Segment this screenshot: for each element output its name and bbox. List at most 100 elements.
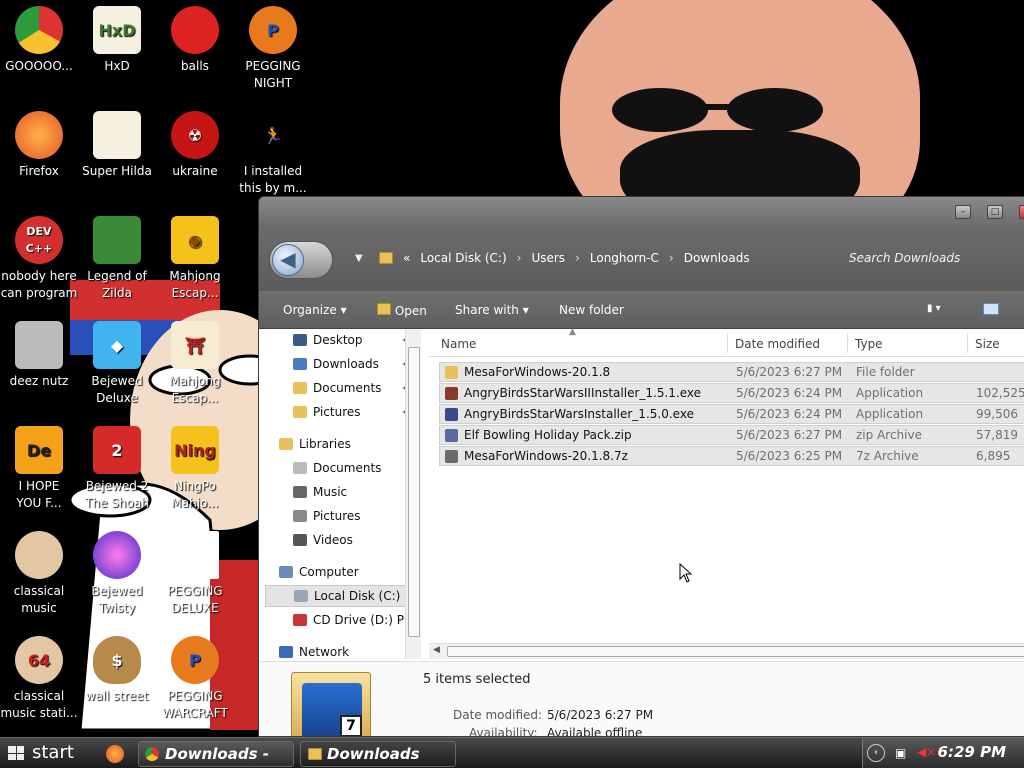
nav-item-lib-0[interactable]: Documents [265,457,415,479]
nav-item-computer[interactable]: Computer [265,561,415,583]
file-icon [445,408,458,421]
back-forward-buttons[interactable]: ◀ [269,241,333,279]
desktop-icon-label: GOOOOO... [5,59,73,73]
breadcrumb[interactable]: « Local Disk (C:) › Users › Longhorn-C ›… [379,251,750,265]
desktop-icon[interactable]: HxD HxD [78,6,156,75]
chevron-right-icon[interactable]: › [517,251,522,265]
new-folder-button[interactable]: New folder [559,303,624,317]
desktop-icon[interactable]: classical music station [0,531,78,617]
nav-item-local-disk[interactable]: Local Disk (C:) [265,585,415,607]
nav-item-cd-drive[interactable]: CD Drive (D:) P [265,609,415,631]
table-row[interactable]: AngryBirdsStarWarsIIInstaller_1.5.1.exe 5… [439,383,1024,403]
nav-item-lib-1[interactable]: Music [265,481,415,503]
search-input[interactable]: Search Downloads [849,251,960,265]
gem-orb-icon [93,531,141,579]
close-button[interactable]: × [1019,205,1024,219]
scrollbar-thumb[interactable] [408,347,420,637]
file-icon [445,429,458,442]
desktop-icon[interactable]: 🏃 I installed this by m... [234,111,312,197]
firefox-quicklaunch-icon[interactable] [106,745,124,763]
desktop-icon-label: wall street [85,689,149,703]
file-date: 5/6/2023 6:25 PM [736,449,843,463]
breadcrumb-local-disk[interactable]: Local Disk (C:) [420,251,506,265]
taskbar-item-label: Downloads [327,745,420,763]
desktop-icon[interactable]: ◉ Mahjong Escap... [156,216,234,302]
desktop-icon-label: Legend of Zilda [87,269,147,300]
desktop-icon[interactable]: $ wall street [78,636,156,705]
breadcrumb-users[interactable]: Users [531,251,565,265]
nav-item-libraries[interactable]: Libraries [265,433,415,455]
desktop-icon[interactable]: 2 Bejewed 2 The Shoah [78,426,156,512]
column-divider[interactable] [847,333,848,353]
desktop-icon[interactable]: GOOOOO... [0,6,78,75]
breadcrumb-downloads[interactable]: Downloads [684,251,750,265]
organize-button[interactable]: Organize ▾ [283,303,347,317]
preview-pane-icon[interactable] [983,303,999,315]
desktop-icon[interactable]: Bejewed Twisty [78,531,156,617]
folder-icon [445,366,458,379]
table-row[interactable]: Elf Bowling Holiday Pack.zip 5/6/2023 6:2… [439,425,1024,445]
desktop-icon[interactable]: ⛩ Mahjong Escap... [156,321,234,407]
open-label: Open [394,304,427,318]
show-hidden-icons-icon[interactable]: ‹ [867,744,885,762]
table-row[interactable]: MesaForWindows-20.1.8.7z 5/6/2023 6:25 PM… [439,446,1024,466]
file-name: MesaForWindows-20.1.8 [464,365,611,379]
chevron-right-icon[interactable]: › [669,251,674,265]
nav-item-label: Documents [313,381,382,395]
desktop-icon[interactable]: Ning NingPo Mahjo... [156,426,234,512]
maximize-button[interactable]: □ [987,205,1003,219]
breadcrumb-prefix[interactable]: « [403,251,410,265]
desktop-icon[interactable]: Legend of Zilda [78,216,156,302]
scrollbar-thumb[interactable] [447,646,1024,657]
desktop-icon[interactable]: 64 classical music stati... [0,636,78,722]
nav-item-lib-2[interactable]: Pictures [265,505,415,527]
desktop-icon[interactable]: P PEGGING NIGHT [234,6,312,92]
back-arrow-icon[interactable]: ◀ [272,244,304,276]
desktop-icon-label: PEGGING DELUXE [167,584,223,615]
desktop-icon[interactable]: Firefox [0,111,78,180]
desktop-icon[interactable]: DEV C++ nobody here can program [0,216,78,302]
share-with-button[interactable]: Share with ▾ [455,303,529,317]
desktop-icon[interactable]: balls [156,6,234,75]
navigation-scrollbar[interactable] [405,329,421,659]
horizontal-scrollbar[interactable]: ◀ [429,643,1024,659]
open-button[interactable]: Open [377,303,427,318]
desktop-icon[interactable]: Super Hilda [78,111,156,180]
desktop-icon[interactable]: ☢ ukraine [156,111,234,180]
nav-item-fav-3[interactable]: Pictures✦ [265,401,415,423]
desktop-icon[interactable]: De I HOPE YOU F... [0,426,78,512]
table-row[interactable]: AngryBirdsStarWarsInstaller_1.5.0.exe 5/6… [439,404,1024,424]
nav-item-fav-1[interactable]: Downloads✦ [265,353,415,375]
nav-item-network[interactable]: Network [265,641,415,659]
column-divider[interactable] [967,333,968,353]
volume-muted-icon[interactable]: ◀× [917,745,936,759]
history-dropdown-icon[interactable]: ▼ [355,253,363,264]
nav-item-lib-3[interactable]: Videos [265,529,415,551]
chevron-right-icon[interactable]: › [575,251,580,265]
file-icon [445,387,458,400]
nav-item-label: Local Disk (C:) [314,589,401,603]
column-divider[interactable] [727,333,728,353]
start-button[interactable]: start [0,738,90,768]
nav-item-fav-0[interactable]: Desktop✦ [265,329,415,351]
desktop-icon[interactable]: P PEGGING WARCRAFT [156,636,234,722]
nav-item-fav-2[interactable]: Documents✦ [265,377,415,399]
table-row[interactable]: MesaForWindows-20.1.8 5/6/2023 6:27 PM Fil… [439,362,1024,382]
desktop-icon[interactable]: deez nutz [0,321,78,390]
column-date-modified[interactable]: Date modified [735,337,820,351]
view-options-icon[interactable]: ▮ ▾ [927,303,941,314]
column-name[interactable]: Name [441,337,476,351]
taskbar-item-chrome[interactable]: Downloads - G... [138,741,294,767]
taskbar-item-explorer[interactable]: Downloads [300,741,456,767]
minimize-button[interactable]: – [955,205,971,219]
clock[interactable]: 6:29 PM [938,743,1006,761]
file-type: 7z Archive [856,449,919,463]
scroll-left-icon[interactable]: ◀ [433,645,440,655]
desktop-icon[interactable]: ◆ Bejewed Deluxe [78,321,156,407]
column-size[interactable]: Size [975,337,1000,351]
desktop-icon[interactable]: PEGGING DELUXE [156,531,234,617]
column-type[interactable]: Type [855,337,883,351]
network-icon[interactable]: ▣ [895,746,906,760]
breadcrumb-user[interactable]: Longhorn-C [590,251,659,265]
window-titlebar[interactable]: – □ × [259,197,1024,229]
